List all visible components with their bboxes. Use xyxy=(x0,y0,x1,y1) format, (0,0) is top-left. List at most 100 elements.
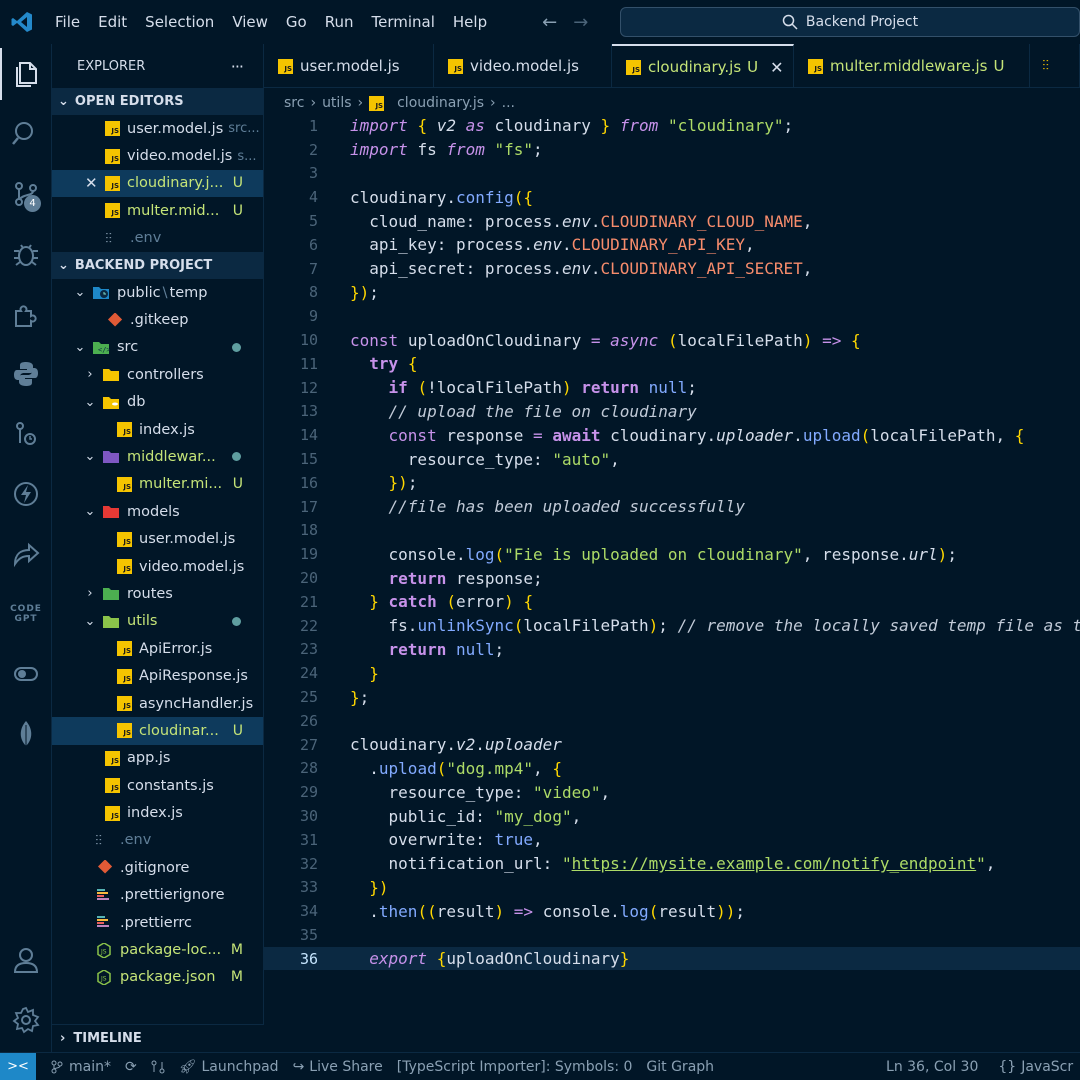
code-line[interactable]: 13 // upload the file on cloudinary xyxy=(264,400,1080,424)
menu-go[interactable]: Go xyxy=(277,0,316,44)
close-icon[interactable]: ✕ xyxy=(770,58,783,77)
menu-view[interactable]: View xyxy=(223,0,277,44)
live-share-item[interactable]: ↪ Live Share xyxy=(293,1059,383,1075)
settings-gear-icon[interactable] xyxy=(0,994,52,1046)
close-icon[interactable]: ✕ xyxy=(85,174,105,192)
menu-run[interactable]: Run xyxy=(316,0,363,44)
file-video-model[interactable]: JS video.model.js xyxy=(52,553,263,580)
sync-icon[interactable]: ⟳ xyxy=(125,1059,137,1075)
code-line[interactable]: 11 try { xyxy=(264,352,1080,376)
tab-multer-middleware[interactable]: JS multer.middleware.js U xyxy=(794,44,1030,87)
file-db-index[interactable]: JS index.js xyxy=(52,416,263,443)
code-line[interactable]: 20 return response; xyxy=(264,566,1080,590)
breadcrumb-utils[interactable]: utils xyxy=(322,95,351,111)
ts-importer-status[interactable]: [TypeScript Importer]: Symbols: 0 xyxy=(397,1059,633,1075)
breadcrumb-more[interactable]: ... xyxy=(502,95,515,111)
code-line[interactable]: 26 xyxy=(264,709,1080,733)
folder-routes[interactable]: › routes xyxy=(52,580,263,607)
debug-icon[interactable] xyxy=(0,228,52,280)
cursor-position[interactable]: Ln 36, Col 30 xyxy=(886,1059,978,1075)
code-line[interactable]: 27 cloudinary.v2.uploader xyxy=(264,733,1080,757)
git-graph-item[interactable]: Git Graph xyxy=(646,1059,714,1075)
timeline-section[interactable]: › TIMELINE xyxy=(52,1024,264,1052)
remote-indicator-icon[interactable]: >< xyxy=(0,1052,36,1080)
code-line[interactable]: 21 } catch (error) { xyxy=(264,590,1080,614)
code-line[interactable]: 31 overwrite: true, xyxy=(264,828,1080,852)
open-editor-item[interactable]: ⫶⫶ .env xyxy=(52,225,263,252)
menu-edit[interactable]: Edit xyxy=(89,0,136,44)
code-line[interactable]: 7 api_secret: process.env.CLOUDINARY_API… xyxy=(264,257,1080,281)
file-prettierrc[interactable]: .prettierrc xyxy=(52,909,263,936)
code-editor[interactable]: 1 import { v2 as cloudinary } from "cloud… xyxy=(264,114,1080,970)
codegpt-icon[interactable]: CODE GPT xyxy=(0,588,52,640)
code-line[interactable]: 9 xyxy=(264,304,1080,328)
file-constants[interactable]: JS constants.js xyxy=(52,772,263,799)
source-control-icon[interactable]: 4 xyxy=(0,168,52,220)
code-line[interactable]: 33 }) xyxy=(264,876,1080,900)
file-env[interactable]: ⫶⫶ .env xyxy=(52,827,263,854)
open-editor-item[interactable]: JS video.model.js s... xyxy=(52,142,263,169)
code-line[interactable]: 28 .upload("dog.mp4", { xyxy=(264,757,1080,781)
git-compare-icon[interactable] xyxy=(151,1060,165,1074)
file-prettierignore[interactable]: .prettierignore xyxy=(52,882,263,909)
open-editor-item-active[interactable]: ✕ JS cloudinary.j... U xyxy=(52,169,263,198)
file-user-model[interactable]: JS user.model.js xyxy=(52,525,263,552)
folder-models[interactable]: ⌄ models xyxy=(52,498,263,525)
tab-video-model[interactable]: JS video.model.js xyxy=(434,44,612,87)
code-line[interactable]: 12 if (!localFilePath) return null; xyxy=(264,376,1080,400)
file-cloudinary[interactable]: JS cloudinar... U xyxy=(52,717,263,745)
code-line[interactable]: 35 xyxy=(264,923,1080,947)
tab-user-model[interactable]: JS user.model.js xyxy=(264,44,434,87)
breadcrumb-src[interactable]: src xyxy=(284,95,304,111)
file-gitkeep[interactable]: .gitkeep xyxy=(52,306,263,333)
code-line[interactable]: 14 const response = await cloudinary.upl… xyxy=(264,423,1080,447)
code-line[interactable]: 34 .then((result) => console.log(result)… xyxy=(264,899,1080,923)
code-line[interactable]: 5 cloud_name: process.env.CLOUDINARY_CLO… xyxy=(264,209,1080,233)
folder-src[interactable]: ⌄ </> src xyxy=(52,334,263,361)
code-line[interactable]: 17 //file has been uploaded successfully xyxy=(264,495,1080,519)
menu-help[interactable]: Help xyxy=(444,0,496,44)
search-icon[interactable] xyxy=(0,108,52,160)
file-multer[interactable]: JS multer.mi... U xyxy=(52,471,263,498)
python-icon[interactable] xyxy=(0,348,52,400)
folder-controllers[interactable]: › controllers xyxy=(52,361,263,388)
code-line[interactable]: 6 api_key: process.env.CLOUDINARY_API_KE… xyxy=(264,233,1080,257)
code-line[interactable]: 29 resource_type: "video", xyxy=(264,780,1080,804)
menu-file[interactable]: File xyxy=(46,0,89,44)
back-arrow-icon[interactable]: ← xyxy=(542,12,557,33)
code-line[interactable]: 15 resource_type: "auto", xyxy=(264,447,1080,471)
code-line[interactable]: 8}); xyxy=(264,281,1080,305)
code-line[interactable]: 1 import { v2 as cloudinary } from "cloud… xyxy=(264,114,1080,138)
thunder-client-icon[interactable] xyxy=(0,468,52,520)
code-line[interactable]: 4 cloudinary.config({ xyxy=(264,185,1080,209)
code-line[interactable]: 24 } xyxy=(264,661,1080,685)
code-line[interactable]: 25}; xyxy=(264,685,1080,709)
forward-arrow-icon[interactable]: → xyxy=(573,12,588,33)
live-share-icon[interactable] xyxy=(0,528,52,580)
toggle-icon[interactable] xyxy=(0,648,52,700)
open-editor-item[interactable]: JS user.model.js src... xyxy=(52,115,263,142)
breadcrumb-file[interactable]: cloudinary.js xyxy=(397,95,484,111)
code-line[interactable]: 36 export {uploadOnCloudinary} xyxy=(264,947,1080,970)
folder-db[interactable]: ⌄ db xyxy=(52,389,263,416)
branch-indicator[interactable]: main* xyxy=(50,1059,111,1075)
code-line[interactable]: 10 const uploadOnCloudinary = async (loca… xyxy=(264,328,1080,352)
file-package-json[interactable]: JS package.json M xyxy=(52,964,263,991)
code-line[interactable]: 3 xyxy=(264,162,1080,186)
extensions-icon[interactable] xyxy=(0,288,52,340)
code-line[interactable]: 32 notification_url: "https://mysite.exa… xyxy=(264,852,1080,876)
code-line[interactable]: 19 console.log("Fie is uploaded on cloud… xyxy=(264,542,1080,566)
file-async-handler[interactable]: JS asyncHandler.js xyxy=(52,690,263,717)
folder-middlewares[interactable]: ⌄ middlewar... xyxy=(52,443,263,470)
code-line[interactable]: 22 fs.unlinkSync(localFilePath); // remo… xyxy=(264,614,1080,638)
file-gitignore[interactable]: .gitignore xyxy=(52,854,263,881)
code-line[interactable]: 16 }); xyxy=(264,471,1080,495)
language-mode[interactable]: {} JavaScr xyxy=(998,1059,1073,1075)
code-line[interactable]: 2 import fs from "fs"; xyxy=(264,138,1080,162)
account-icon[interactable] xyxy=(0,934,52,986)
explorer-icon[interactable] xyxy=(0,48,52,100)
launchpad-item[interactable]: 🚀︎ Launchpad xyxy=(179,1059,279,1075)
tab-env[interactable]: ⫶⫶ xyxy=(1030,44,1080,87)
tab-cloudinary[interactable]: JS cloudinary.js U ✕ xyxy=(612,44,794,87)
code-line[interactable]: 18 xyxy=(264,519,1080,543)
